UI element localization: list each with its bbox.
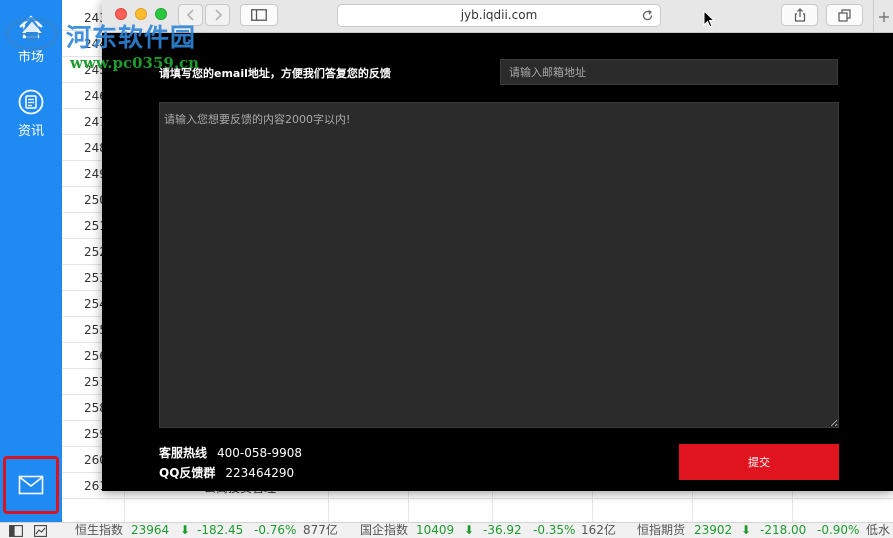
hsi-futures-percent: -0.90% <box>817 523 860 537</box>
hsi-value: 23964 <box>131 523 170 537</box>
hscei-label: 国企指数 <box>360 523 409 537</box>
hsi-label: 恒生指数 <box>75 523 124 537</box>
hsi-futures-label: 恒指期货 <box>637 523 686 537</box>
hscei-change: -36.92 <box>483 523 522 537</box>
chevron-right-icon <box>214 9 222 21</box>
hotline: 客服热线 400-058-9908 <box>159 444 302 461</box>
hscei-percent: -0.35% <box>533 523 576 537</box>
sidebar-item-news[interactable]: 资讯 <box>0 88 62 139</box>
down-arrow-icon: ⬇ <box>741 523 752 537</box>
qq-label: QQ反馈群 <box>159 466 216 480</box>
watermark: 河东软件园 www.pc0359.cn <box>4 8 199 72</box>
qq-group: QQ反馈群 223464290 <box>159 464 294 481</box>
watermark-title: 河东软件园 <box>66 23 197 52</box>
hotline-number: 400-058-9908 <box>217 446 303 460</box>
sidebar-icon <box>251 9 267 21</box>
browser-window: jyb.iqdii.com 请填写您的email地址，方便我们答复您的反馈 客服… <box>102 0 893 491</box>
forward-button[interactable] <box>205 4 230 26</box>
email-field[interactable] <box>500 59 838 85</box>
hsi-change: -182.45 <box>197 523 244 537</box>
hscei-turnover: 162亿 <box>581 523 616 537</box>
plus-icon <box>878 11 889 22</box>
share-button[interactable] <box>781 4 818 26</box>
mouse-cursor-icon <box>703 10 715 28</box>
layout-toggle-icon[interactable] <box>9 525 23 537</box>
address-url: jyb.iqdii.com <box>460 8 538 22</box>
hsi-futures-value: 23902 <box>694 523 733 537</box>
hsi-futures-change: -218.00 <box>760 523 807 537</box>
app-sidebar: 市场 资讯 <box>0 0 62 522</box>
down-arrow-icon: ⬇ <box>180 523 191 537</box>
tabs-overview-button[interactable] <box>826 4 863 26</box>
address-bar[interactable]: jyb.iqdii.com <box>337 4 661 27</box>
share-icon <box>794 8 805 22</box>
sidebar-toggle-button[interactable] <box>240 4 278 26</box>
hotline-label: 客服热线 <box>159 446 208 460</box>
reload-icon[interactable] <box>641 9 654 22</box>
hsi-futures-basis: 低水 <box>866 523 891 537</box>
chart-view-icon[interactable] <box>34 525 47 537</box>
feedback-button[interactable] <box>3 456 59 514</box>
mail-icon <box>18 475 44 495</box>
watermark-logo-icon <box>5 17 59 51</box>
sidebar-item-news-label: 资讯 <box>17 124 44 139</box>
browser-toolbar: jyb.iqdii.com <box>102 0 893 33</box>
hsi-percent: -0.76% <box>254 523 297 537</box>
submit-button[interactable]: 提交 <box>679 444 839 480</box>
hscei-value: 10409 <box>416 523 455 537</box>
down-arrow-icon: ⬇ <box>464 523 475 537</box>
feedback-content-field[interactable] <box>159 102 839 428</box>
hsi-turnover: 877亿 <box>303 523 338 537</box>
tabs-icon <box>838 8 851 22</box>
news-icon <box>18 89 44 115</box>
qq-number: 223464290 <box>225 466 295 480</box>
watermark-url: www.pc0359.cn <box>70 54 200 72</box>
new-tab-button[interactable] <box>873 0 893 33</box>
market-status-bar: 恒生指数 23964 ⬇ -182.45 -0.76% 877亿 国企指数 10… <box>0 522 893 538</box>
